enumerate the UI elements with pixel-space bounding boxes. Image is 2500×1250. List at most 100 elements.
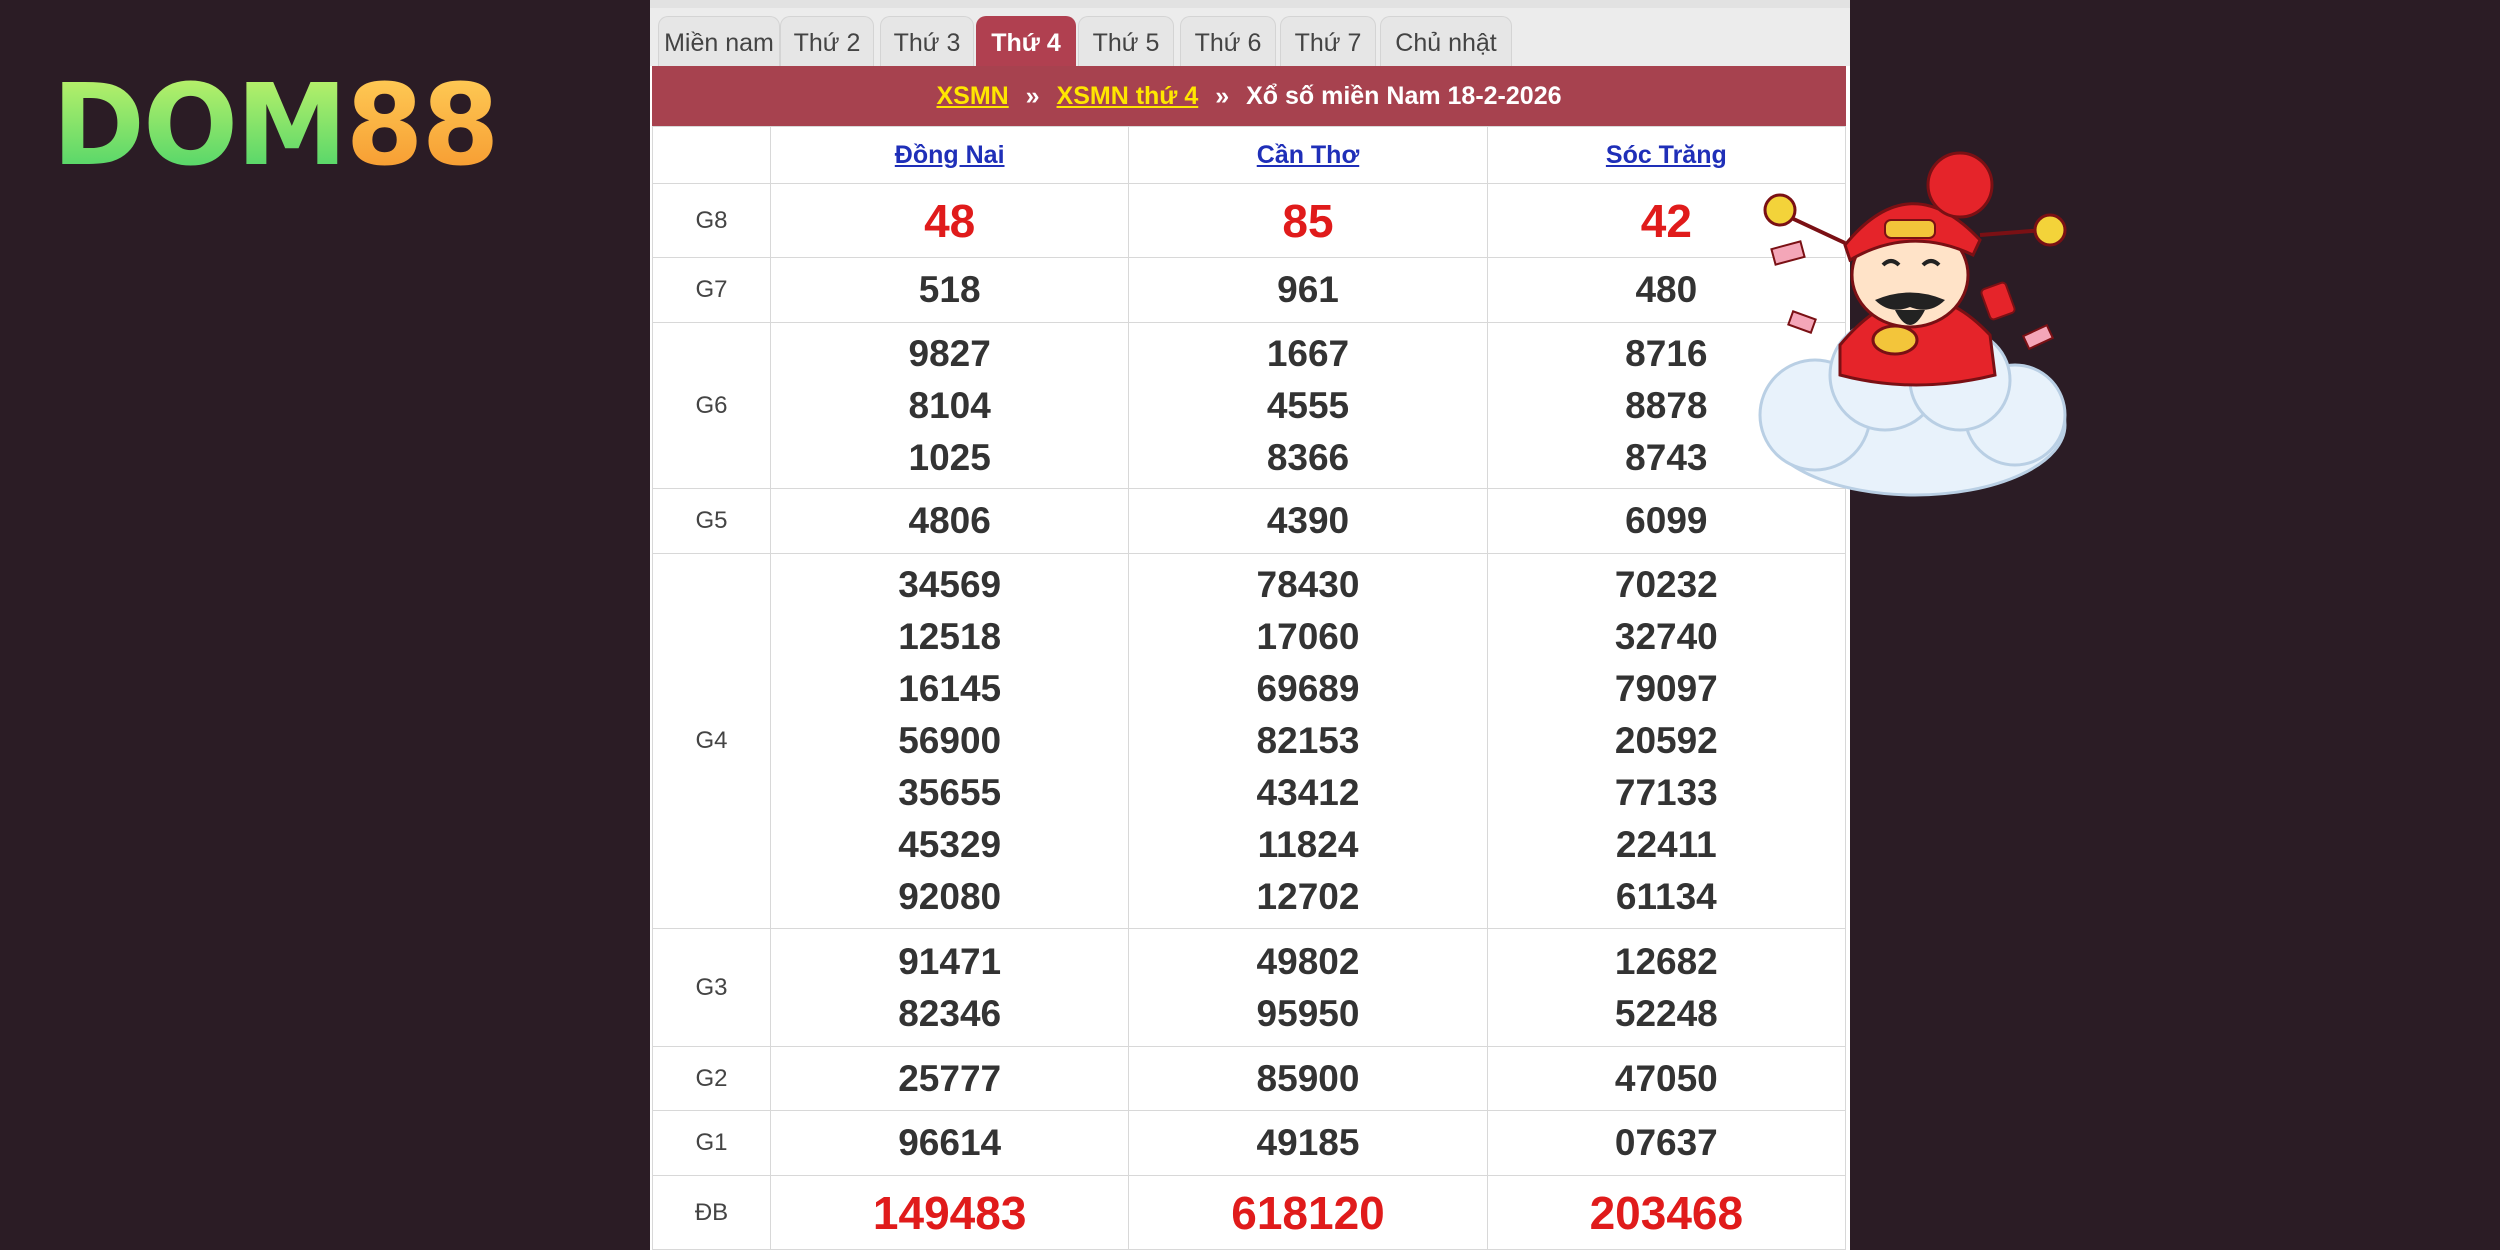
god-of-wealth-mascot-icon	[1758, 151, 2067, 497]
winning-number: 82153	[1256, 720, 1360, 761]
province-link[interactable]: Sóc Trăng	[1606, 141, 1727, 169]
winning-number: 12702	[1256, 876, 1360, 917]
winning-number: 61134	[1615, 876, 1717, 917]
winning-number: 618120	[1231, 1186, 1385, 1239]
prize-row: ĐB 149483 618120 203468	[652, 1175, 1847, 1250]
prize-label: G6	[652, 322, 771, 489]
province-link[interactable]: Cần Thơ	[1257, 141, 1360, 169]
result-cell: 203468	[1486, 1175, 1847, 1250]
winning-number: 8366	[1266, 436, 1350, 478]
winning-number: 79097	[1614, 668, 1718, 709]
result-cell: 518	[769, 257, 1130, 323]
result-cell: 4390	[1128, 488, 1488, 554]
winning-number: 47050	[1614, 1057, 1718, 1099]
prize-label: G2	[652, 1046, 771, 1111]
prize-label: G7	[652, 257, 771, 323]
breadcrumb-separator: »	[1025, 82, 1040, 110]
winning-number: 49802	[1256, 940, 1360, 982]
winning-number: 518	[918, 269, 981, 310]
prize-label: G1	[652, 1110, 771, 1176]
result-cell: 48	[769, 183, 1130, 258]
result-cell: 12682 52248	[1486, 928, 1847, 1047]
winning-number: 8104	[908, 384, 991, 426]
prize-row: G3 91471 82346 49802 95950 12682 52248	[652, 928, 1847, 1047]
winning-number: 20592	[1614, 720, 1718, 761]
prize-row: G2 25777 85900 47050	[652, 1046, 1847, 1111]
province-link[interactable]: Đồng Nai	[895, 141, 1005, 169]
winning-number: 52248	[1614, 992, 1718, 1034]
province-header-row: Đồng Nai Cần Thơ Sóc Trăng	[652, 126, 1847, 184]
result-cell: 70232 32740 79097 20592 77133 22411 61134	[1486, 553, 1847, 929]
prize-row: G1 96614 49185 07637	[652, 1110, 1847, 1176]
result-cell: 85	[1128, 183, 1488, 258]
winning-number: 69689	[1256, 668, 1360, 709]
lottery-results-panel: Miền nam Thứ 2 Thứ 3 Thứ 4 Thứ 5 Thứ 6 Thứ 7 Ch…	[650, 0, 1850, 1250]
winning-number: 48	[924, 194, 976, 247]
winning-number: 1667	[1266, 332, 1350, 374]
prize-row: G8 48 85 42	[652, 183, 1847, 258]
result-cell: 78430 17060 69689 82153 43412 11824 12702	[1128, 553, 1488, 929]
winning-number: 07637	[1614, 1122, 1718, 1163]
winning-number: 92080	[898, 876, 1002, 917]
winning-number: 82346	[898, 992, 1002, 1034]
winning-number: 12518	[898, 616, 1002, 657]
prize-label: G4	[652, 553, 771, 929]
winning-number: 43412	[1256, 772, 1360, 813]
result-cell: 9827 8104 1025	[769, 322, 1130, 489]
breadcrumb-link-xsmn-thu4[interactable]: XSMN thứ 4	[1057, 82, 1199, 110]
result-cell: 85900	[1128, 1046, 1488, 1111]
logo-88-text: 88	[345, 61, 500, 191]
breadcrumb-separator: »	[1215, 82, 1230, 110]
winning-number: 1025	[908, 436, 991, 478]
winning-number: 96614	[898, 1122, 1002, 1163]
day-tabs: Miền nam Thứ 2 Thứ 3 Thứ 4 Thứ 5 Thứ 6 Thứ 7 Ch…	[650, 0, 1850, 74]
prize-row: G5 4806 4390 6099	[652, 488, 1847, 554]
prize-label: G3	[652, 928, 771, 1047]
header-empty-cell	[652, 126, 771, 184]
winning-number: 961	[1277, 269, 1339, 310]
result-cell: 25777	[769, 1046, 1130, 1111]
winning-number: 4390	[1266, 500, 1350, 541]
winning-number: 12682	[1614, 940, 1718, 982]
result-cell: 961	[1128, 257, 1488, 323]
result-cell: 149483	[769, 1175, 1130, 1250]
winning-number: 49185	[1256, 1122, 1360, 1163]
result-cell: 96614	[769, 1110, 1130, 1176]
result-cell: 47050	[1486, 1046, 1847, 1111]
winning-number: 4555	[1266, 384, 1350, 426]
result-cell: 618120	[1128, 1175, 1488, 1250]
result-cell: 4806	[769, 488, 1130, 554]
winning-number: 34569	[898, 564, 1002, 605]
brand-logo: DOM88	[52, 70, 499, 182]
winning-number: 22411	[1615, 824, 1717, 865]
winning-number: 11824	[1257, 824, 1359, 865]
winning-number: 25777	[898, 1057, 1002, 1099]
breadcrumb-link-xsmn[interactable]: XSMN	[936, 82, 1008, 110]
winning-number: 17060	[1256, 616, 1360, 657]
prize-label: G5	[652, 488, 771, 554]
winning-number: 85900	[1256, 1057, 1360, 1099]
winning-number: 203468	[1589, 1186, 1744, 1239]
winning-number: 91471	[898, 940, 1002, 982]
winning-number: 149483	[872, 1186, 1027, 1239]
result-cell: 49185	[1128, 1110, 1488, 1176]
result-cell: 1667 4555 8366	[1128, 322, 1488, 489]
prize-label: ĐB	[652, 1175, 771, 1250]
page-title: Xổ số miền Nam 18-2-2026	[1246, 82, 1562, 110]
winning-number: 70232	[1614, 564, 1718, 605]
prize-row: G6 9827 8104 1025 1667 4555 8366 8716 8878 8743	[652, 322, 1847, 489]
logo-dom-text: DOM	[52, 61, 348, 191]
province-header: Đồng Nai	[769, 126, 1130, 184]
result-cell: 91471 82346	[769, 928, 1130, 1047]
province-header: Cần Thơ	[1128, 126, 1488, 184]
winning-number: 16145	[898, 668, 1002, 709]
winning-number: 9827	[908, 332, 991, 374]
winning-number: 77133	[1614, 772, 1718, 813]
prize-row: G4 34569 12518 16145 56900 35655 45329 92080 784…	[652, 553, 1847, 929]
result-cell: 34569 12518 16145 56900 35655 45329 92080	[769, 553, 1130, 929]
winning-number: 78430	[1256, 564, 1360, 605]
winning-number: 95950	[1256, 992, 1360, 1034]
winning-number: 85	[1282, 194, 1334, 247]
prize-row: G7 518 961 480	[652, 257, 1847, 323]
result-cell: 07637	[1486, 1110, 1847, 1176]
